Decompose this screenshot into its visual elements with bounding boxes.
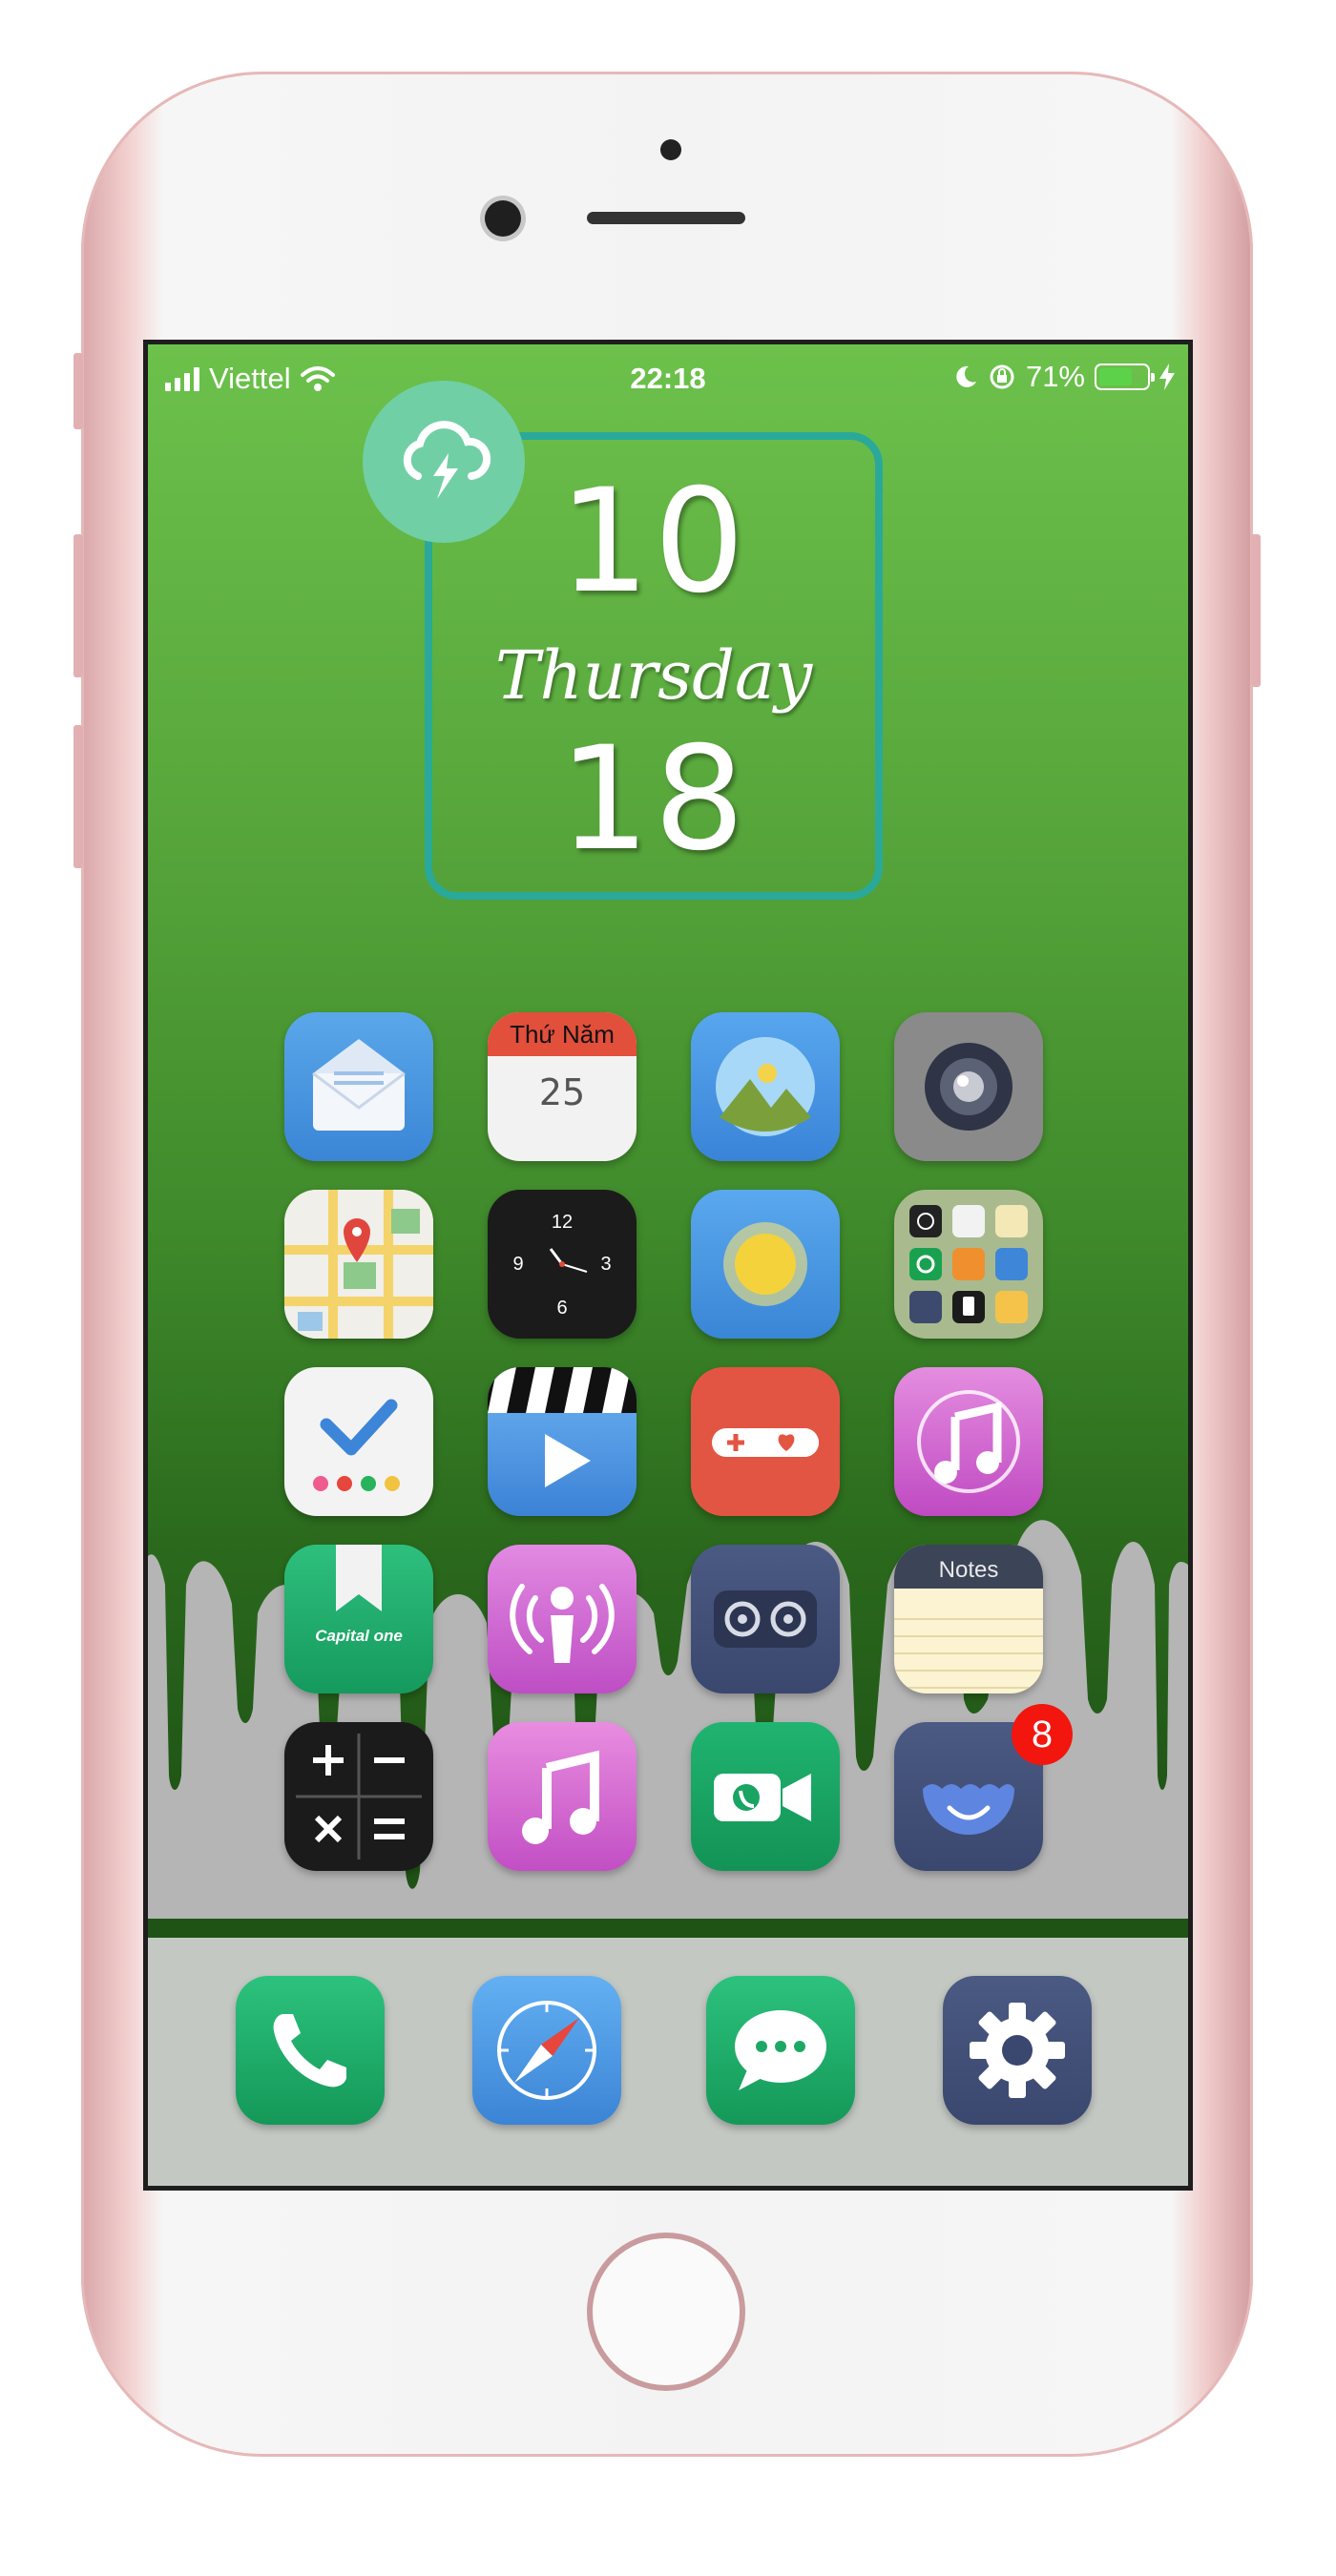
charging-icon <box>1159 364 1175 390</box>
power-button <box>1251 534 1261 687</box>
notes-header-label: Notes <box>894 1545 1043 1589</box>
reminders-app-icon[interactable] <box>284 1367 433 1516</box>
widget-day: 18 <box>558 717 749 883</box>
mute-switch <box>73 353 83 429</box>
videos-app-icon[interactable] <box>488 1367 637 1516</box>
dock <box>148 1938 1188 2186</box>
mail-app-icon[interactable] <box>284 1012 433 1161</box>
calendar-app-icon[interactable]: Thứ Năm 25 <box>488 1012 637 1161</box>
widget-weekday: Thursday <box>494 636 813 715</box>
messages-app-icon[interactable] <box>706 1976 855 2125</box>
calendar-weekday-label: Thứ Năm <box>488 1012 637 1056</box>
home-button[interactable] <box>587 2233 745 2391</box>
camera-app-icon[interactable] <box>894 1012 1043 1161</box>
itunes-store-app-icon[interactable] <box>894 1367 1043 1516</box>
weather-app-icon[interactable] <box>691 1190 840 1339</box>
earpiece-speaker <box>587 212 745 224</box>
svg-text:6: 6 <box>556 1298 567 1319</box>
home-screen: Viettel 22:18 71% 10 Thursday 18 Thứ Năm… <box>143 340 1193 2191</box>
proximity-sensor <box>660 139 681 160</box>
widget-month: 10 <box>558 459 749 625</box>
calculator-app-icon[interactable] <box>284 1722 433 1871</box>
music-app-icon[interactable] <box>488 1722 637 1871</box>
notification-badge: 8 <box>1012 1704 1073 1765</box>
volume-down-button <box>73 725 83 868</box>
capital-one-label: Capital one <box>315 1627 403 1645</box>
phone-app-icon[interactable] <box>236 1976 385 2125</box>
clock-app-icon[interactable]: 12 3 6 9 <box>488 1190 637 1339</box>
facetime-app-icon[interactable] <box>691 1722 840 1871</box>
maps-app-icon[interactable] <box>284 1190 433 1339</box>
volume-up-button <box>73 534 83 677</box>
front-camera <box>485 200 521 237</box>
capital-one-app-icon[interactable]: Capital one <box>284 1545 433 1693</box>
svg-text:12: 12 <box>552 1212 573 1233</box>
battery-icon <box>1095 364 1155 390</box>
svg-text:3: 3 <box>600 1254 611 1275</box>
rotation-lock-icon <box>990 364 1014 389</box>
svg-text:9: 9 <box>512 1254 523 1275</box>
battery-level-fill <box>1099 368 1133 385</box>
utilities-folder-icon[interactable] <box>894 1190 1043 1339</box>
podcasts-app-icon[interactable] <box>488 1545 637 1693</box>
moon-icon <box>956 365 976 387</box>
settings-app-icon[interactable] <box>943 1976 1092 2125</box>
safari-app-icon[interactable] <box>472 1976 621 2125</box>
battery-percent: 71% <box>1025 360 1085 393</box>
status-bar: Viettel 22:18 71% <box>148 344 1188 413</box>
health-app-icon[interactable] <box>691 1367 840 1516</box>
photos-app-icon[interactable] <box>691 1012 840 1161</box>
notes-app-icon[interactable]: Notes <box>894 1545 1043 1693</box>
cassette-app-icon[interactable] <box>691 1545 840 1693</box>
calendar-date-label: 25 <box>538 1071 586 1113</box>
